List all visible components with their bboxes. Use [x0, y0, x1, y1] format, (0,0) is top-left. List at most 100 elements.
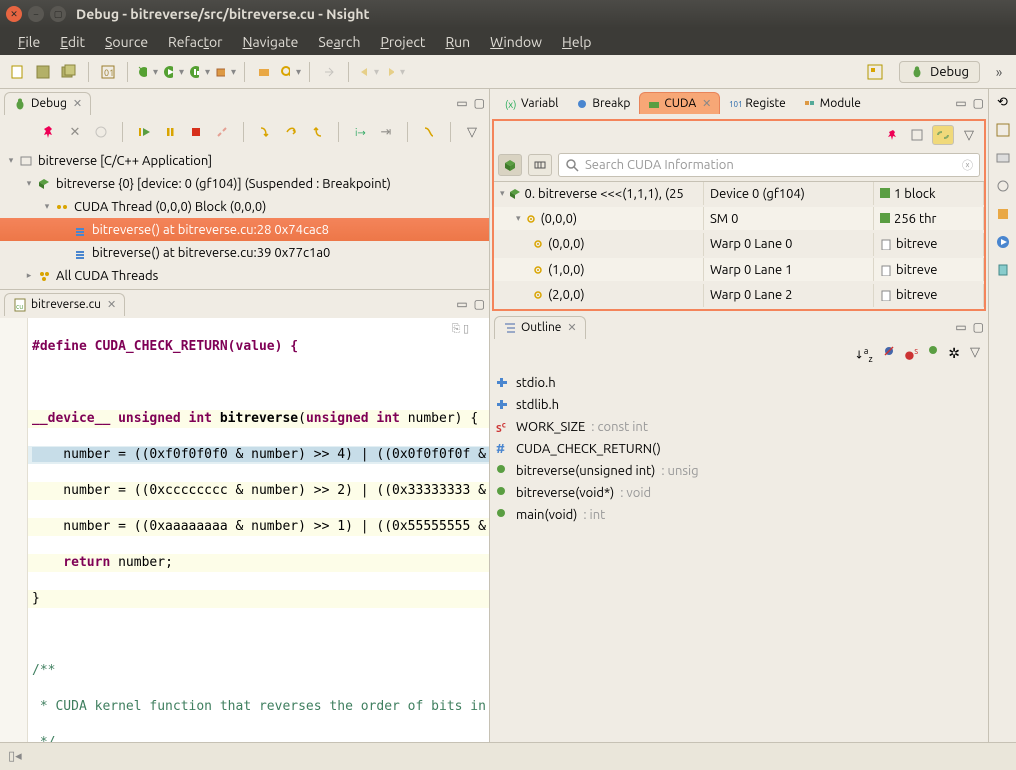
forward-button[interactable]: ▾ [383, 61, 405, 83]
cuda-cell[interactable]: (2,0,0) [494, 284, 704, 307]
tab-breakpoints[interactable]: Breakp [567, 92, 639, 114]
tab-cuda[interactable]: CUDA✕ [639, 92, 720, 114]
open-type-button[interactable] [253, 61, 275, 83]
outline-list[interactable]: stdio.hstdlib.hScWORK_SIZE : const int#C… [490, 368, 988, 530]
maximize-window-button[interactable]: ▢ [50, 6, 66, 22]
close-icon[interactable]: ✕ [567, 321, 576, 334]
close-icon[interactable]: ✕ [107, 298, 116, 311]
minimize-icon[interactable]: ▭ [456, 297, 467, 311]
editor-gutter[interactable] [0, 318, 28, 742]
close-icon[interactable]: ✕ [702, 97, 711, 110]
resume-button[interactable] [135, 123, 153, 141]
maximize-icon[interactable]: ▢ [474, 297, 485, 311]
menu-run[interactable]: Run [437, 30, 478, 54]
cuda-cell[interactable]: (0,0,0) [494, 233, 704, 256]
cuda-mode-blocks[interactable] [498, 154, 522, 176]
minimize-window-button[interactable]: – [28, 6, 44, 22]
menu-project[interactable]: Project [372, 30, 433, 54]
maximize-icon[interactable]: ▢ [973, 96, 984, 110]
back-button[interactable]: ▾ [357, 61, 379, 83]
tree-row[interactable]: ▾bitreverse [C/C++ Application] [0, 149, 489, 172]
perspective-debug[interactable]: Debug [899, 61, 980, 83]
cuda-search-input[interactable]: Search CUDA Information ⓧ [558, 153, 980, 177]
cuda-mode-threads[interactable] [528, 154, 552, 176]
fv-icon-4[interactable] [995, 206, 1011, 222]
step-into-button[interactable] [256, 123, 274, 141]
cuda-cell[interactable]: bitreve [874, 258, 984, 281]
tree-row[interactable]: ▾CUDA Thread (0,0,0) Block (0,0,0) [0, 195, 489, 218]
link-icon[interactable] [932, 125, 954, 145]
show-view-icon[interactable]: ▯◂ [8, 749, 22, 764]
cuda-cell[interactable]: bitreve [874, 233, 984, 256]
perspective-switcher[interactable]: » [988, 61, 1010, 83]
cuda-cell[interactable]: 1 block [874, 182, 984, 205]
open-perspective-button[interactable] [864, 61, 886, 83]
suspend-button[interactable] [161, 123, 179, 141]
close-icon[interactable]: ✕ [73, 97, 82, 110]
new-button[interactable] [6, 61, 28, 83]
next-annotation-button[interactable] [318, 61, 340, 83]
code-editor[interactable]: #define CUDA_CHECK_RETURN(value) { __dev… [0, 318, 489, 742]
tab-debug[interactable]: Debug ✕ [4, 92, 91, 115]
cuda-cell[interactable]: SM 0 [704, 207, 874, 230]
tab-outline[interactable]: Outline ✕ [494, 316, 586, 339]
hide-fields-icon[interactable] [883, 345, 895, 364]
profile-button[interactable]: ▾ [188, 61, 210, 83]
outline-item[interactable]: bitreverse(unsigned int) : unsig [496, 460, 982, 482]
cuda-cell[interactable]: Device 0 (gf104) [704, 182, 874, 205]
tree-toggle-icon[interactable]: ▾ [4, 155, 18, 166]
instruction-step-icon[interactable]: i→ [351, 123, 369, 141]
minimize-icon[interactable]: ▭ [955, 96, 966, 110]
tree-row[interactable]: ▸All CUDA Threads [0, 264, 489, 287]
tree-row[interactable]: bitreverse() at bitreverse.cu:28 0x74cac… [0, 218, 489, 241]
cuda-cell[interactable]: ▾(0,0,0) [494, 207, 704, 230]
build-button[interactable]: 01 [97, 61, 119, 83]
connect-icon[interactable] [92, 123, 110, 141]
menu-source[interactable]: Source [97, 30, 156, 54]
view-menu-icon[interactable]: ▽ [970, 345, 980, 364]
cuda-cell[interactable]: ▾0. bitreverse <<<(1,1,1), (25 [494, 182, 704, 205]
maximize-icon[interactable]: ▢ [973, 320, 984, 334]
outline-item[interactable]: #CUDA_CHECK_RETURN() [496, 438, 982, 460]
remove-terminated-icon[interactable]: ✕ [66, 123, 84, 141]
debug-button[interactable]: ▾ [136, 61, 158, 83]
tab-bitreverse-cu[interactable]: cu bitreverse.cu ✕ [4, 293, 125, 316]
save-all-button[interactable] [58, 61, 80, 83]
step-filters-icon[interactable] [420, 123, 438, 141]
fv-icon-1[interactable] [995, 122, 1011, 138]
hide-non-public-icon[interactable] [928, 345, 938, 364]
disconnect-button[interactable] [213, 123, 231, 141]
debug-tree[interactable]: ▾bitreverse [C/C++ Application]▾bitrever… [0, 147, 489, 289]
external-tools-button[interactable]: ▾ [214, 61, 236, 83]
maximize-icon[interactable]: ▢ [474, 96, 485, 110]
cuda-cell[interactable]: bitreve [874, 284, 984, 307]
tree-toggle-icon[interactable]: ▾ [22, 178, 36, 189]
step-over-button[interactable] [282, 123, 300, 141]
fv-icon-2[interactable] [995, 150, 1011, 166]
menu-help[interactable]: Help [554, 30, 599, 54]
restore-icon[interactable]: ⟲ [997, 95, 1008, 110]
sort-icon[interactable]: ↓az [855, 345, 873, 364]
tab-modules[interactable]: Module [795, 92, 870, 114]
filter-icon[interactable]: ✲ [948, 345, 960, 364]
cuda-cell[interactable]: Warp 0 Lane 0 [704, 233, 874, 256]
minimize-icon[interactable]: ▭ [456, 96, 467, 110]
hide-static-icon[interactable]: ●s [905, 345, 919, 364]
cuda-cell[interactable]: Warp 0 Lane 2 [704, 284, 874, 307]
view-menu-icon[interactable]: ▽ [463, 123, 481, 141]
menu-refactor[interactable]: Refactor [160, 30, 230, 54]
close-window-button[interactable]: ✕ [6, 6, 22, 22]
tab-variables[interactable]: (x)Variabl [496, 92, 567, 114]
collapse-all-icon[interactable] [908, 126, 926, 144]
tree-row[interactable]: bitreverse() at bitreverse.cu:39 0x77c1a… [0, 241, 489, 264]
fv-icon-3[interactable] [995, 178, 1011, 194]
tree-row[interactable]: ▾bitreverse {0} [device: 0 (gf104)] (Sus… [0, 172, 489, 195]
drop-to-frame-icon[interactable]: ⇥ [377, 123, 395, 141]
menu-navigate[interactable]: Navigate [234, 30, 306, 54]
outline-item[interactable]: bitreverse(void*) : void [496, 482, 982, 504]
pin-icon[interactable] [884, 126, 902, 144]
pin-icon[interactable] [40, 123, 58, 141]
tree-toggle-icon[interactable]: ▾ [40, 201, 54, 212]
menu-search[interactable]: Search [310, 30, 368, 54]
menu-edit[interactable]: Edit [52, 30, 93, 54]
